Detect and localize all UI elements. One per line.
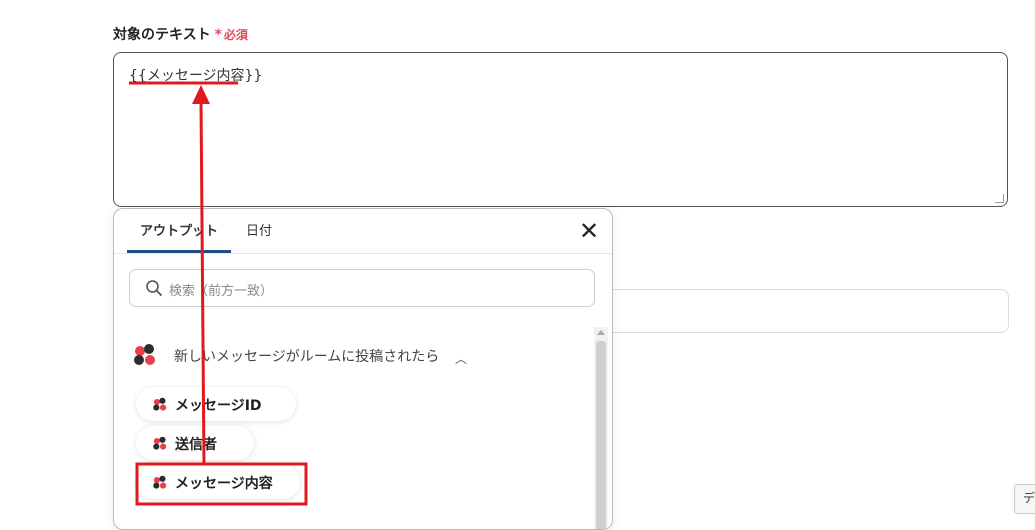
trigger-label: 新しいメッセージがルームに投稿されたら xyxy=(174,349,440,365)
chip-label: メッセージID xyxy=(175,398,262,414)
search-icon xyxy=(145,279,163,301)
chatwork-logo-icon xyxy=(132,343,158,371)
search-input[interactable]: 検索（前方一致） xyxy=(129,269,595,307)
chip-label: 送信者 xyxy=(175,437,217,453)
chatwork-logo-icon xyxy=(152,436,168,455)
tab-date[interactable]: 日付 xyxy=(236,209,282,253)
chip-label: メッセージ内容 xyxy=(175,476,273,492)
scrollbar[interactable] xyxy=(594,327,608,529)
corner-tab[interactable]: デ xyxy=(1014,484,1035,514)
trigger-group-header[interactable]: 新しいメッセージがルームに投稿されたら ︿ xyxy=(132,343,572,367)
required-badge: 必須 xyxy=(223,28,248,42)
chatwork-logo-icon xyxy=(152,475,168,494)
output-picker-popup: アウトプット 日付 ✕ 検索（前方一致） 新しいメッセージがルームに投稿されたら… xyxy=(113,208,613,530)
chatwork-logo-icon xyxy=(152,397,168,416)
scroll-up-arrow-icon[interactable] xyxy=(597,330,605,335)
scrollbar-thumb[interactable] xyxy=(596,341,606,529)
search-placeholder: 検索（前方一致） xyxy=(169,284,274,299)
field-label-text: 対象のテキスト xyxy=(113,27,211,43)
popup-tabs: アウトプット 日付 ✕ xyxy=(114,209,612,254)
chevron-up-icon[interactable]: ︿ xyxy=(455,350,467,367)
output-chip-message-id[interactable]: メッセージID xyxy=(136,387,296,421)
output-chip-message-content[interactable]: メッセージ内容 xyxy=(136,465,300,499)
textarea-value[interactable]: {{メッセージ内容}} xyxy=(129,65,262,85)
field-label: 対象のテキスト * 必須 xyxy=(113,24,248,44)
output-chip-sender[interactable]: 送信者 xyxy=(136,426,254,460)
required-star: * xyxy=(214,27,222,43)
close-button[interactable]: ✕ xyxy=(578,219,600,243)
resize-handle[interactable] xyxy=(995,194,1004,203)
close-icon[interactable]: ✕ xyxy=(579,217,599,245)
background-input-field[interactable] xyxy=(600,289,1009,333)
tab-output[interactable]: アウトプット xyxy=(127,209,231,253)
target-text-textarea[interactable]: {{メッセージ内容}} xyxy=(113,52,1008,207)
corner-tab-label: デ xyxy=(1023,491,1035,505)
